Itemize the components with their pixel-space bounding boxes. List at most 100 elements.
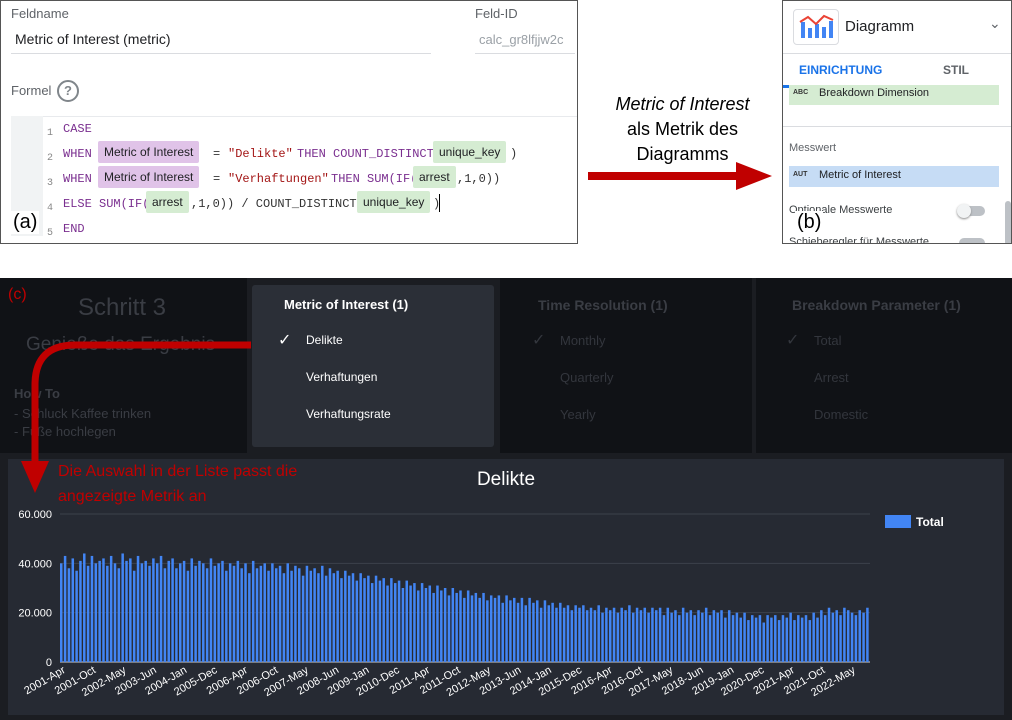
breakdown-dimension-chip[interactable]: ABC Breakdown Dimension [789,85,999,105]
bar [363,578,366,662]
metric-dropdown[interactable]: Metric of Interest (1) ✓ Delikte Verhaft… [252,285,494,447]
bar [63,555,67,662]
bar [240,568,243,662]
unique-key-chip[interactable]: unique_key [433,141,507,163]
bar [593,610,597,662]
bar [424,588,428,662]
time-item-quarterly[interactable]: Quarterly [560,370,613,385]
bar [501,602,504,662]
scrollbar[interactable] [1005,201,1011,243]
bar [109,555,113,662]
right-arrow-icon [588,162,772,190]
bar [797,615,800,662]
field-name-input[interactable]: Metric of Interest (metric) [15,31,171,47]
bar [582,605,585,662]
breakdown-parameter-dropdown[interactable]: Breakdown Parameter (1) ✓ Total Arrest D… [756,278,1012,453]
dropdown-item-verhaftungen[interactable]: Verhaftungen [306,370,377,384]
dropdown-item-delikte[interactable]: Delikte [306,333,343,347]
bar [628,605,631,662]
bar [758,615,762,662]
metric-chip[interactable]: AUT Metric of Interest [789,166,999,187]
bar [251,560,255,662]
annotation-line2: angezeigte Metrik an [58,488,207,505]
bar [125,560,128,662]
arrest-chip[interactable]: arrest [146,191,189,213]
code-else-sum: ELSE SUM(IF( [63,197,150,211]
bar [647,612,650,662]
bar [60,563,63,662]
bar [843,607,846,662]
bar [171,558,174,662]
unique-key-chip[interactable]: unique_key [357,191,431,213]
breakdown-type-badge: ABC [793,89,809,96]
bar [259,565,263,662]
metric-of-interest-chip[interactable]: Metric of Interest [98,141,200,163]
bar [382,578,385,662]
bar [685,612,689,662]
help-icon[interactable]: ? [57,80,79,102]
bar [804,615,808,662]
breakdown-parameter-title: Breakdown Parameter (1) [792,297,961,313]
arrow-caption: Metric of Interest als Metrik des Diagra… [590,92,775,167]
arrest-chip[interactable]: arrest [413,166,456,188]
chevron-down-icon[interactable]: ⌄ [989,15,1001,32]
bar [83,553,86,662]
bar [597,605,600,662]
bar [374,575,378,662]
bar [716,612,719,662]
text-cursor [439,194,440,212]
chart-type-icon[interactable] [793,9,839,45]
bar [90,555,94,662]
bar [516,602,520,662]
chart-title: Delikte [477,469,535,490]
bar [678,615,681,662]
bar [463,597,466,662]
bar [835,610,838,662]
tab-setup[interactable]: EINRICHTUNG [799,63,882,77]
breakdown-item-domestic[interactable]: Domestic [814,407,868,422]
bar [155,563,159,662]
bar [217,563,220,662]
bar [305,565,309,662]
time-item-monthly[interactable]: Monthly [560,333,606,348]
line-number: 5 [46,228,53,239]
time-resolution-dropdown[interactable]: Time Resolution (1) ✓ Monthly Quarterly … [500,278,752,453]
bar [355,580,359,662]
bar [298,568,301,662]
bar [79,560,82,662]
bar [539,607,543,662]
bar [94,563,98,662]
bar [846,610,850,662]
bar [493,597,497,662]
metric-slider-toggle[interactable] [959,238,985,243]
bar [670,612,673,662]
field-name-label: Feldname [11,6,69,21]
metric-label: Metric of Interest [819,169,901,181]
time-item-yearly[interactable]: Yearly [560,407,596,422]
field-id-underline [475,53,575,54]
bar [428,585,432,662]
tab-style[interactable]: STIL [943,63,969,77]
y-tick-label: 0 [46,657,52,669]
bar [754,617,758,662]
breakdown-item-arrest[interactable]: Arrest [814,370,849,385]
breakdown-item-total[interactable]: Total [814,333,841,348]
breakdown-dimension-label: Breakdown Dimension [819,87,930,99]
line-number: 4 [46,203,53,214]
bar [175,568,178,662]
bar [701,612,704,662]
bar [163,568,167,662]
bar [566,605,570,662]
bar [551,602,554,662]
bar [102,558,105,662]
bar [720,610,723,662]
bar [589,607,593,662]
dropdown-item-verhaftungsrate[interactable]: Verhaftungsrate [306,407,391,421]
metric-of-interest-chip[interactable]: Metric of Interest [98,166,200,188]
optional-metrics-toggle[interactable] [957,204,985,218]
chart-type-label: Diagramm [845,18,915,35]
bar [624,610,627,662]
annotation: Die Auswahl in der Liste passt die angez… [58,459,297,509]
bar [839,615,842,662]
bar [294,565,297,662]
